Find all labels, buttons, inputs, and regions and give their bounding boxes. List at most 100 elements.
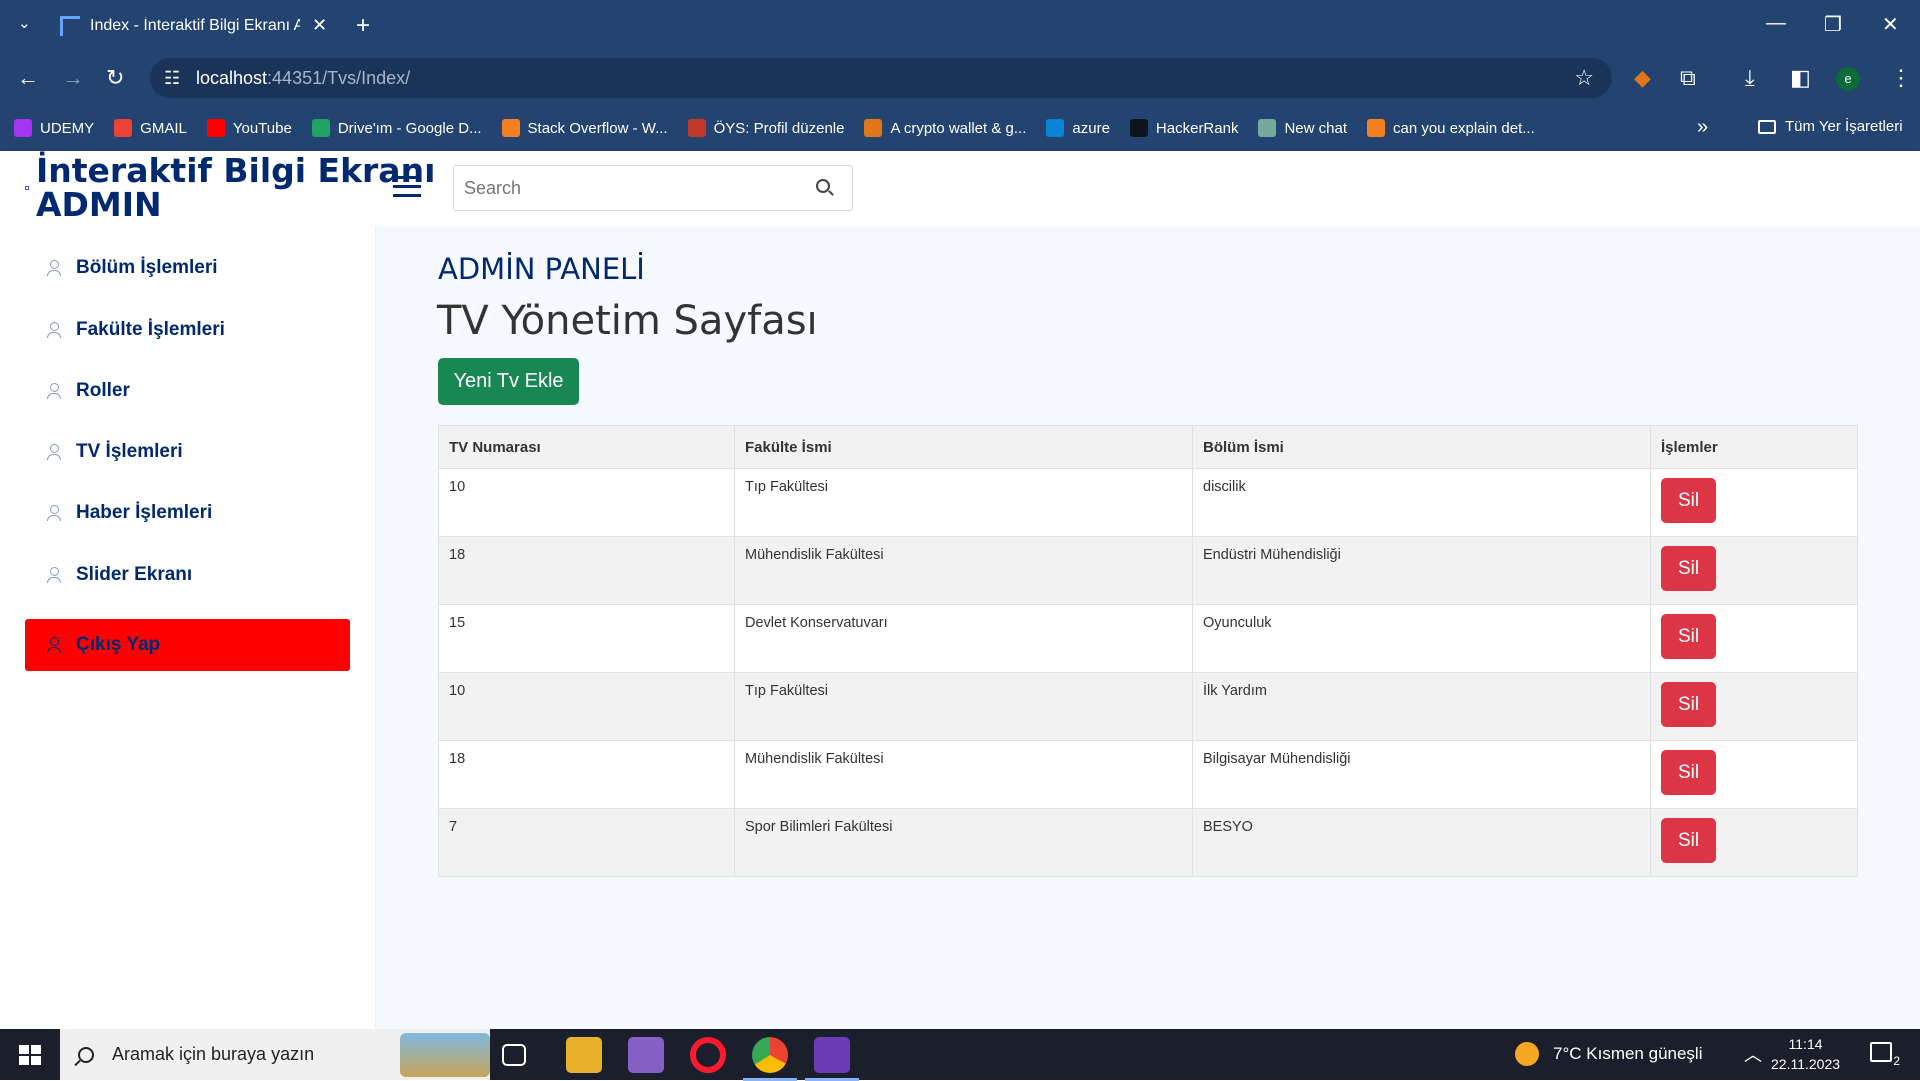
table-row: 7 Spor Bilimleri Fakültesi BESYO Sil <box>438 808 1858 877</box>
bookmark-item[interactable]: A crypto wallet & g... <box>864 119 1026 137</box>
menu-toggle-icon[interactable] <box>393 176 421 198</box>
bookmark-favicon-icon <box>206 119 225 137</box>
bookmark-item[interactable]: UDEMY <box>14 119 94 137</box>
download-icon[interactable]: ⤓ <box>1745 65 1755 91</box>
column-header-tv-number[interactable]: TV Numarası <box>438 425 735 469</box>
delete-button[interactable]: Sil <box>1661 614 1716 659</box>
actions-cell: Sil <box>1650 604 1858 673</box>
bookmark-item[interactable]: can you explain det... <box>1366 119 1535 137</box>
side-panel-icon[interactable]: ◧ <box>1790 65 1811 91</box>
bookmark-item[interactable]: ÖYS: Profil düzenle <box>687 119 844 137</box>
tray-chevron-up-icon[interactable]: ︿ <box>1744 1041 1762 1067</box>
restore-icon[interactable]: ❐ <box>1824 12 1842 37</box>
clock-time: 11:14 <box>1788 1036 1823 1052</box>
file-explorer-icon[interactable] <box>566 1037 602 1073</box>
faculty-cell: Tıp Fakültesi <box>734 672 1193 741</box>
sidebar-item-haber-islemleri[interactable]: Haber İşlemleri <box>25 487 350 539</box>
visual-studio-icon-2[interactable] <box>805 1037 859 1081</box>
search-input[interactable] <box>454 166 784 210</box>
person-icon <box>47 637 61 653</box>
visual-studio-icon[interactable] <box>628 1037 664 1073</box>
delete-button[interactable]: Sil <box>1661 818 1716 863</box>
actions-cell: Sil <box>1650 536 1858 605</box>
task-view-icon[interactable] <box>502 1044 526 1066</box>
tab-close-icon[interactable]: ✕ <box>312 15 327 36</box>
sidebar-item-label: TV İşlemleri <box>76 441 183 462</box>
bookmark-item[interactable]: Drive'ım - Google D... <box>311 119 482 137</box>
sidebar-item-slider-ekrani[interactable]: Slider Ekranı <box>25 549 350 601</box>
delete-button[interactable]: Sil <box>1661 682 1716 727</box>
browser-menu-icon[interactable]: ⋮ <box>1890 65 1912 91</box>
back-icon[interactable]: ← <box>17 65 39 91</box>
reload-icon[interactable]: ↻ <box>106 65 124 91</box>
new-tab-icon[interactable]: + <box>356 12 370 40</box>
bookmark-item[interactable]: azure <box>1046 119 1110 137</box>
all-bookmarks[interactable]: Tüm Yer İşaretleri <box>1758 118 1903 135</box>
actions-cell: Sil <box>1650 468 1858 537</box>
weather-widget[interactable]: 7°C Kısmen güneşli <box>1515 1042 1702 1066</box>
logo-icon <box>25 186 29 190</box>
profile-avatar[interactable]: e <box>1836 67 1860 91</box>
brand-logo[interactable]: İnteraktif Bilgi Ekranı ADMIN <box>36 154 435 222</box>
site-info-icon[interactable]: ☷ <box>164 68 184 89</box>
logout-label: Çıkış Yap <box>76 634 161 655</box>
bookmark-label: Drive'ım - Google D... <box>337 119 482 137</box>
bookmark-favicon-icon <box>864 119 883 137</box>
extensions-icon[interactable]: ⧉ <box>1680 65 1696 91</box>
tab-search-dropdown-icon[interactable]: ⌄ <box>18 14 31 32</box>
column-header-faculty[interactable]: Fakülte İsmi <box>734 425 1193 469</box>
sidebar-item-label: Roller <box>76 380 130 401</box>
bookmark-label: HackerRank <box>1155 119 1239 137</box>
bookmark-label: A crypto wallet & g... <box>890 119 1027 137</box>
bookmark-item[interactable]: Stack Overflow - W... <box>501 119 668 137</box>
bookmark-star-icon[interactable]: ☆ <box>1574 65 1594 91</box>
chrome-icon[interactable] <box>743 1037 797 1081</box>
url-text[interactable]: localhost:44351/Tvs/Index/ <box>196 68 410 89</box>
delete-button[interactable]: Sil <box>1661 546 1716 591</box>
minimize-icon[interactable]: — <box>1766 12 1786 35</box>
panel-title: ADMİN PANELİ <box>438 252 645 286</box>
address-bar[interactable]: ☷ localhost:44351/Tvs/Index/ ☆ <box>150 58 1612 98</box>
clock[interactable]: 11:14 22.11.2023 <box>1771 1034 1840 1074</box>
window-close-icon[interactable]: ✕ <box>1882 12 1899 37</box>
department-cell: discilik <box>1192 468 1651 537</box>
sidebar-item-label: Haber İşlemleri <box>76 502 213 523</box>
bookmark-item[interactable]: New chat <box>1258 119 1347 137</box>
sidebar-item-label: Fakülte İşlemleri <box>76 319 225 340</box>
sidebar-item-tv-islemleri[interactable]: TV İşlemleri <box>25 426 350 478</box>
delete-button[interactable]: Sil <box>1661 478 1716 523</box>
department-cell: İlk Yardım <box>1192 672 1651 741</box>
bookmark-favicon-icon <box>1046 119 1065 137</box>
bookmark-item[interactable]: HackerRank <box>1129 119 1239 137</box>
department-cell: BESYO <box>1192 808 1651 877</box>
column-header-actions: İşlemler <box>1650 425 1858 469</box>
bookmark-label: can you explain det... <box>1392 119 1535 137</box>
actions-cell: Sil <box>1650 808 1858 877</box>
opera-icon[interactable] <box>690 1037 726 1073</box>
column-header-department[interactable]: Bölüm İsmi <box>1192 425 1651 469</box>
bookmark-favicon-icon <box>1366 119 1385 137</box>
bookmark-item[interactable]: GMAIL <box>114 119 187 137</box>
table-row: 15 Devlet Konservatuvarı Oyunculuk Sil <box>438 604 1858 673</box>
table-row: 10 Tıp Fakültesi İlk Yardım Sil <box>438 672 1858 741</box>
forward-icon[interactable]: → <box>62 65 84 91</box>
bookmark-favicon-icon <box>1129 119 1148 137</box>
search-icon[interactable] <box>816 179 830 193</box>
sidebar-item-roller[interactable]: Roller <box>25 365 350 417</box>
delete-button[interactable]: Sil <box>1661 750 1716 795</box>
bookmark-item[interactable]: YouTube <box>206 119 292 137</box>
taskbar-search[interactable]: Aramak için buraya yazın <box>60 1029 490 1080</box>
sidebar-item-fakulte-islemleri[interactable]: Fakülte İşlemleri <box>25 304 350 356</box>
taskbar-search-text: Aramak için buraya yazın <box>112 1044 315 1064</box>
bookmark-label: Stack Overflow - W... <box>527 119 668 137</box>
logout-button[interactable]: Çıkış Yap <box>25 619 350 671</box>
more-bookmarks-icon[interactable]: » <box>1697 116 1708 139</box>
windows-start-icon[interactable] <box>19 1045 41 1065</box>
sidebar-item-bolum-islemleri[interactable]: Bölüm İşlemleri <box>25 242 350 294</box>
metamask-extension-icon[interactable]: ◆ <box>1634 65 1651 91</box>
faculty-cell: Spor Bilimleri Fakültesi <box>734 808 1193 877</box>
browser-tab[interactable]: Index - İnteraktif Bilgi Ekranı Ad ✕ <box>40 0 340 51</box>
notification-icon[interactable]: 2 <box>1870 1042 1900 1068</box>
tv-number-cell: 18 <box>438 740 735 809</box>
add-tv-button[interactable]: Yeni Tv Ekle <box>438 358 579 405</box>
